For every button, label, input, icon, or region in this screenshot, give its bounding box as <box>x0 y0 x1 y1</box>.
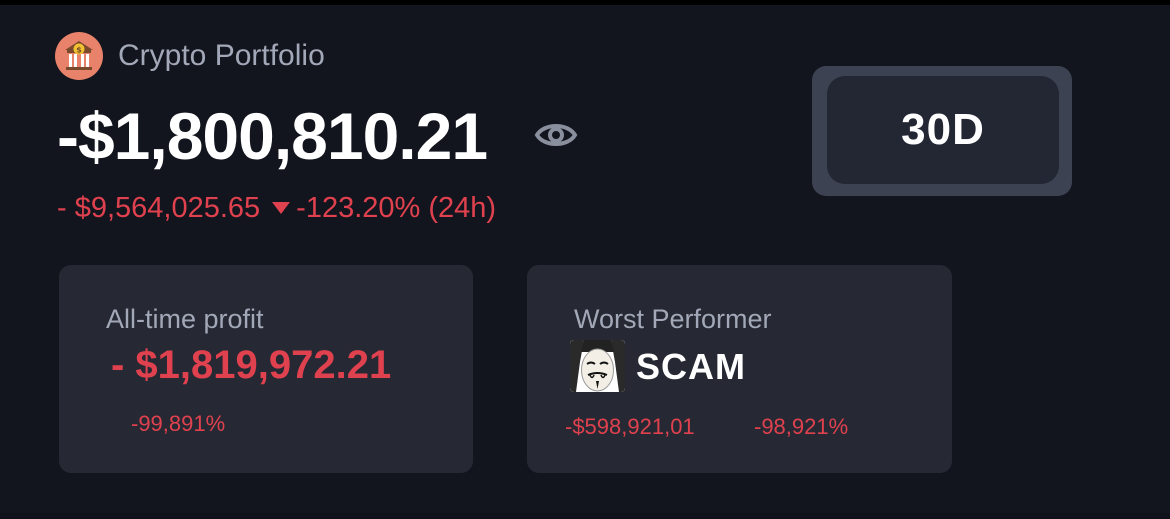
portfolio-change: - $9,564,025.65 -123.20% (24h) <box>57 188 496 228</box>
worst-performer-card[interactable]: Worst Performer SCAM -$598,921,01 -98,92… <box>527 265 952 473</box>
anonymous-mask-icon <box>570 340 625 392</box>
worst-performer-percent: -98,921% <box>754 414 849 439</box>
worst-performer-label: Worst Performer <box>574 304 772 334</box>
all-time-profit-label: All-time profit <box>106 304 264 334</box>
down-arrow-icon <box>272 202 291 214</box>
portfolio-balance: -$1,800,810.21 <box>57 99 488 173</box>
change-percent: -123.20% (24h) <box>296 191 497 224</box>
top-edge <box>0 0 1170 5</box>
page-title: Crypto Portfolio <box>118 39 325 72</box>
time-range-button[interactable]: 30D <box>827 76 1059 184</box>
all-time-profit-percent: -99,891% <box>131 411 226 436</box>
all-time-profit-card[interactable]: All-time profit - $1,819,972.21 -99,891% <box>59 265 473 473</box>
all-time-profit-value: - $1,819,972.21 <box>111 343 392 387</box>
svg-text:$: $ <box>76 46 82 55</box>
bottom-edge <box>0 513 1170 519</box>
bank-icon: $ <box>55 32 103 80</box>
eye-icon[interactable] <box>534 117 578 153</box>
worst-performer-loss: -$598,921,01 <box>565 414 695 439</box>
worst-performer-coin: SCAM <box>636 346 746 387</box>
change-amount: - $9,564,025.65 <box>57 191 261 224</box>
